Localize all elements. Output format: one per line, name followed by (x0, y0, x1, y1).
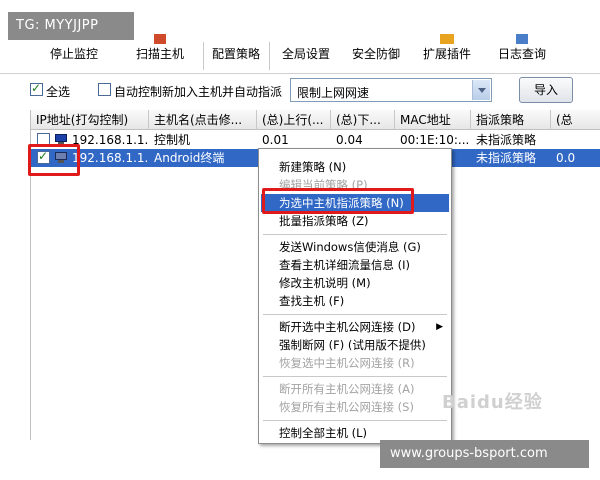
cell-ip: 192.168.1.1... (72, 133, 149, 147)
toolbar-button-label: 全局设置 (281, 47, 330, 61)
toolbar-log-query-button[interactable]: 日志查询 (486, 34, 558, 74)
menu-item-batch-assign[interactable]: 批量指派策略 (Z) (261, 212, 449, 230)
computer-icon (55, 134, 67, 145)
watermark-label-bottom: www.groups-bsport.com (380, 440, 589, 468)
baidu-watermark-logo: Baidu经验 (442, 392, 543, 413)
submenu-arrow-icon: ▶ (436, 322, 443, 332)
plugin-icon (440, 34, 454, 44)
toolbar-button-label: 日志查询 (497, 47, 546, 61)
cell-mac: 00:1E:10:... (400, 133, 470, 147)
main-toolbar: 停止监控 扫描主机 配置策略 全局设置 安全防御 扩展插件 日志查询 (0, 34, 600, 74)
menu-item-force-disconnect[interactable]: 强制断网 (F) (试用版不提供) (261, 336, 449, 354)
toolbar-config-policy-button[interactable]: 配置策略 (205, 34, 267, 74)
menu-separator (263, 376, 447, 377)
toolbar-security-defense-button[interactable]: 安全防御 (344, 34, 408, 74)
toolbar-button-label: 扫描主机 (135, 47, 184, 61)
menu-item-restore-all[interactable]: 恢复所有主机公网连接 (S) (261, 398, 449, 416)
toolbar-separator (203, 42, 204, 70)
row-checkbox[interactable] (37, 149, 50, 164)
menu-separator (263, 314, 447, 315)
menu-item-send-message[interactable]: 发送Windows信使消息 (G) (261, 238, 449, 256)
cell-policy: 未指派策略 (476, 151, 537, 165)
cell-ip: 192.168.1.1... (72, 151, 149, 165)
menu-separator (263, 234, 447, 235)
cell-total: 0.0 (556, 151, 576, 165)
row-checkbox[interactable] (37, 133, 50, 146)
toolbar-extension-plugins-button[interactable]: 扩展插件 (414, 34, 480, 74)
toolbar-button-label: 配置策略 (211, 47, 260, 61)
scan-icon (154, 34, 166, 44)
table-row[interactable]: 192.168.1.1... 控制机 0.01 0.04 00:1E:10:..… (31, 131, 600, 149)
cell-download: 0.04 (336, 133, 363, 147)
toolbar-button-label: 安全防御 (351, 47, 400, 61)
import-button[interactable]: 导入 (519, 77, 573, 103)
cell-hostname: 控制机 (154, 133, 191, 147)
menu-item-assign-policy[interactable]: 为选中主机指派策略 (N) (261, 194, 449, 212)
column-header[interactable]: 指派策略 (471, 110, 551, 130)
column-header[interactable]: (总)下... (331, 110, 395, 130)
control-mode-value: 限制上网网速 (297, 86, 370, 100)
column-header[interactable]: MAC地址 (395, 110, 471, 130)
control-mode-select[interactable]: 限制上网网速 (290, 78, 492, 102)
menu-item-disconnect-all[interactable]: 断开所有主机公网连接 (A) (261, 380, 449, 398)
toolbar-button-label: 停止监控 (49, 47, 98, 61)
toolbar-button-label: 扩展插件 (422, 47, 471, 61)
table-header: IP地址(打勾控制) 主机名(点击修... (总)上行(... (总)下... … (31, 110, 600, 130)
menu-item-disconnect-selected[interactable]: 断开选中主机公网连接 (D) ▶ (261, 318, 449, 336)
column-header[interactable]: IP地址(打勾控制) (31, 110, 149, 130)
cell-upload: 0.01 (262, 133, 289, 147)
chevron-down-icon[interactable] (472, 80, 490, 100)
context-menu: 新建策略 (N) 编辑当前策略 (P) 为选中主机指派策略 (N) 批量指派策略… (258, 148, 452, 444)
watermark-label-top: TG: MYYJJPP (8, 12, 134, 40)
cell-hostname: Android终端 (154, 151, 225, 165)
menu-separator (263, 420, 447, 421)
cell-policy: 未指派策略 (476, 133, 537, 147)
menu-item-label: 断开选中主机公网连接 (D) (279, 320, 416, 334)
menu-item-restore-selected[interactable]: 恢复选中主机公网连接 (R) (261, 354, 449, 372)
menu-item-new-policy[interactable]: 新建策略 (N) (261, 158, 449, 176)
select-all-label: 全选 (46, 85, 71, 99)
toolbar-separator (269, 42, 270, 70)
column-header[interactable]: (总 (551, 110, 600, 130)
log-icon (516, 34, 528, 44)
column-header[interactable]: (总)上行(... (257, 110, 331, 130)
toolbar-stop-monitor-button[interactable]: 停止监控 (34, 34, 114, 74)
menu-item-find-host[interactable]: 查找主机 (F) (261, 292, 449, 310)
menu-item-edit-policy[interactable]: 编辑当前策略 (P) (261, 176, 449, 194)
menu-item-edit-description[interactable]: 修改主机说明 (M) (261, 274, 449, 292)
menu-item-traffic-details[interactable]: 查看主机详细流量信息 (I) (261, 256, 449, 274)
toolbar-scan-hosts-button[interactable]: 扫描主机 (120, 34, 200, 74)
options-bar: 全选 自动控制新加入主机并自动指派 限制上网网速 导入 (0, 74, 600, 108)
select-all-checkbox[interactable] (30, 81, 43, 96)
auto-control-checkbox[interactable] (98, 83, 111, 96)
auto-control-label: 自动控制新加入主机并自动指派 (114, 85, 283, 99)
computer-icon (55, 152, 67, 163)
toolbar-global-settings-button[interactable]: 全局设置 (274, 34, 338, 74)
column-header[interactable]: 主机名(点击修... (149, 110, 257, 130)
